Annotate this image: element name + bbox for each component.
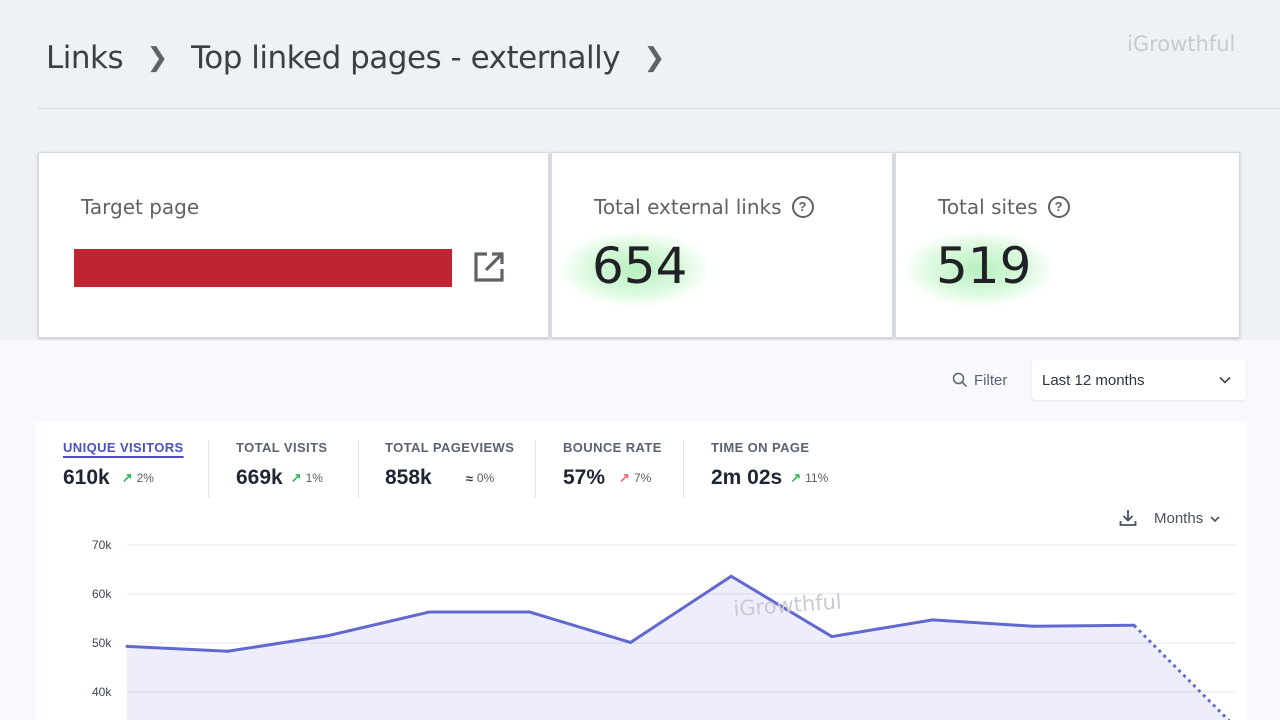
data-point[interactable]: [528, 610, 532, 614]
period-select[interactable]: Last 12 months: [1032, 360, 1246, 400]
data-point[interactable]: [226, 649, 230, 653]
y-tick-label: 50k: [92, 636, 112, 650]
data-point[interactable]: [830, 635, 834, 639]
data-point[interactable]: [729, 574, 733, 578]
data-point[interactable]: [931, 618, 935, 622]
help-icon[interactable]: ?: [791, 196, 814, 218]
filter-button[interactable]: Filter: [952, 368, 1007, 392]
analytics-panel: UNIQUE VISITORS 610k ↗ 2% TOTAL VISITS 66…: [36, 422, 1246, 720]
breadcrumb-top-linked-pages[interactable]: Top linked pages - externally: [191, 40, 620, 76]
chevron-right-icon[interactable]: ❯: [634, 43, 674, 73]
data-point[interactable]: [427, 610, 431, 614]
chevron-down-icon: [1219, 376, 1231, 384]
total-sites-card: Total sites ? 519: [895, 152, 1240, 338]
y-tick-label: 40k: [92, 685, 112, 699]
help-icon[interactable]: ?: [1047, 196, 1070, 218]
filter-label: Filter: [974, 371, 1008, 389]
divider: [38, 108, 1280, 109]
data-point[interactable]: [125, 644, 129, 648]
breadcrumb-links[interactable]: Links: [46, 40, 124, 76]
total-external-links-value: 654: [592, 237, 688, 295]
total-external-links-label: Total external links ?: [594, 195, 814, 219]
total-external-links-text: Total external links: [594, 195, 782, 219]
breadcrumb: Links ❯ Top linked pages - externally ❯: [46, 36, 688, 80]
target-page-card: Target page: [38, 152, 549, 338]
y-tick-label: 70k: [92, 538, 112, 552]
search-icon: [952, 372, 968, 388]
series-area: [127, 576, 1229, 720]
data-point[interactable]: [1132, 623, 1136, 627]
period-value: Last 12 months: [1042, 371, 1145, 389]
total-sites-value: 519: [936, 237, 1032, 295]
data-point[interactable]: [1031, 624, 1035, 628]
target-page-label: Target page: [81, 195, 200, 219]
open-external-icon[interactable]: [471, 249, 507, 285]
data-point[interactable]: [326, 634, 330, 638]
total-sites-text: Total sites: [938, 195, 1038, 219]
data-point[interactable]: [629, 640, 632, 644]
y-tick-label: 60k: [92, 587, 112, 601]
watermark: iGrowthful: [1127, 32, 1236, 56]
visitors-chart: 70k60k50k40k iGrowthful: [92, 538, 1236, 720]
total-sites-label: Total sites ?: [938, 195, 1070, 219]
redacted-url-bar: [74, 249, 452, 287]
total-external-links-card: Total external links ? 654: [551, 152, 893, 338]
chevron-right-icon: ❯: [146, 43, 168, 73]
search-console-section: Links ❯ Top linked pages - externally ❯ …: [0, 0, 1280, 340]
